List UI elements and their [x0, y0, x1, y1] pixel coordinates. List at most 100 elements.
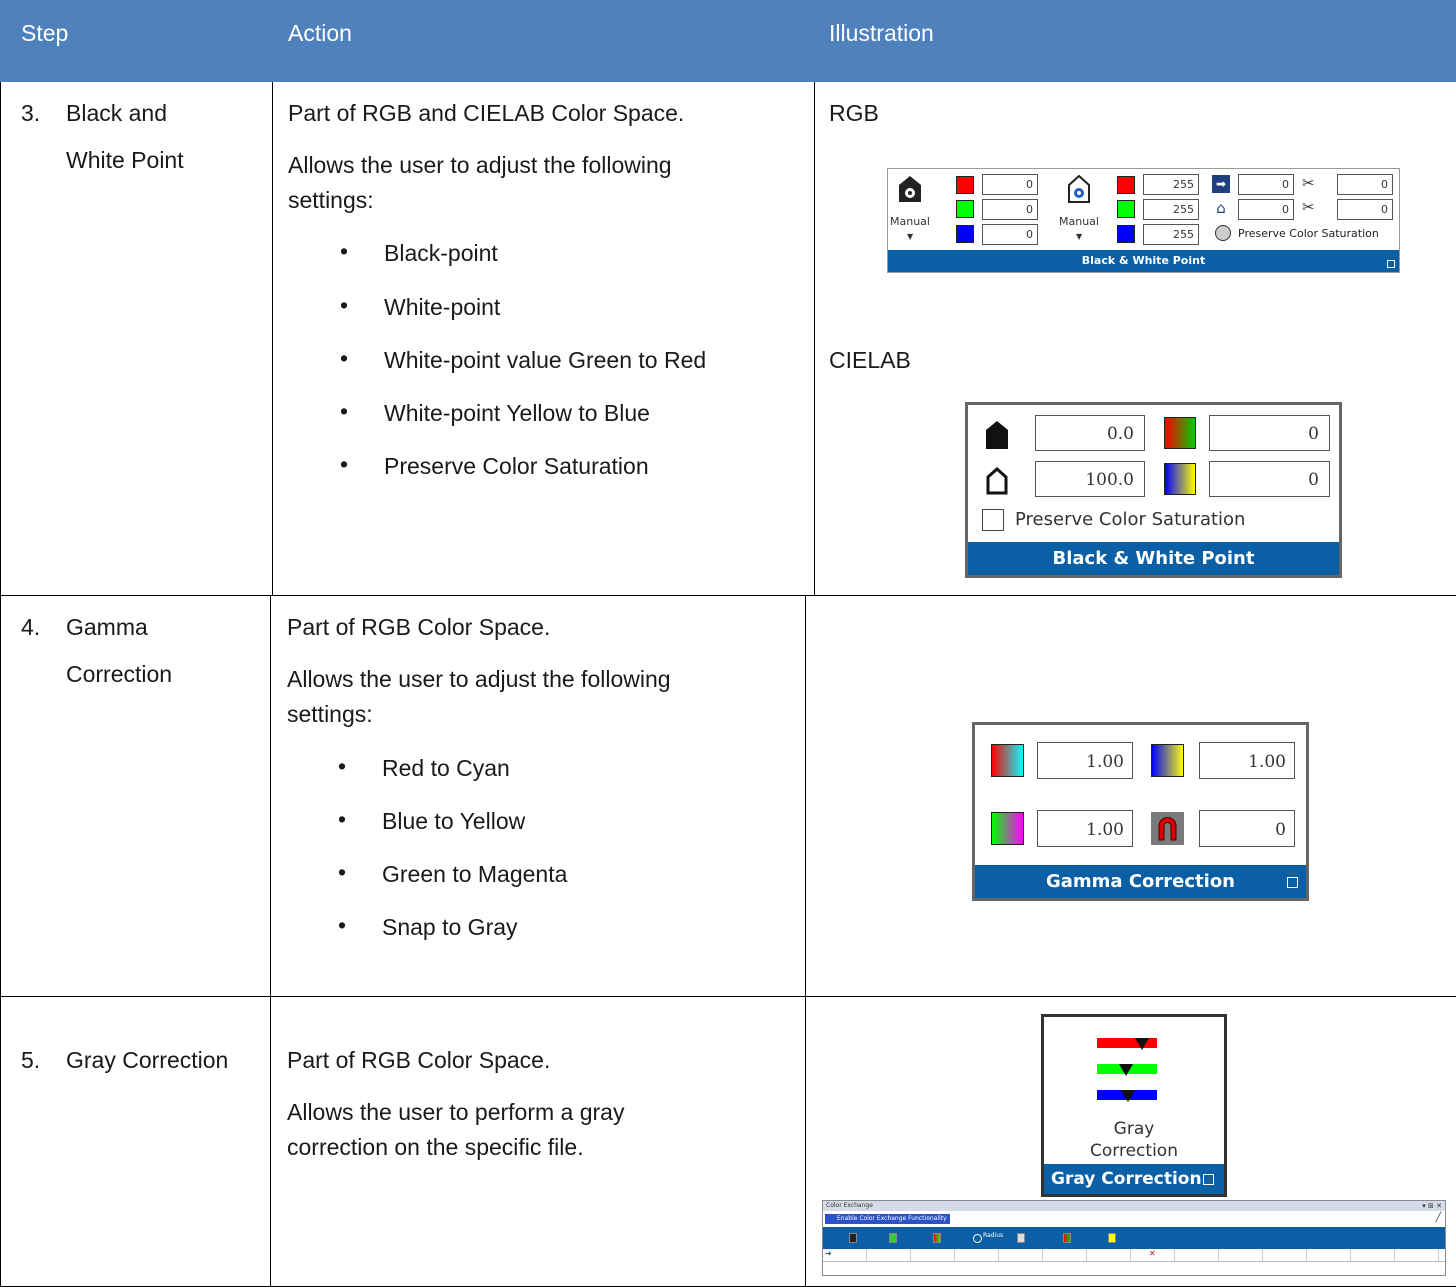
home-icon: ⌂	[1216, 199, 1226, 217]
arrow-icon: ➜	[825, 1249, 832, 1258]
window-title: Color Exchange	[826, 1202, 873, 1209]
bullet-item: Green to Magenta	[382, 861, 568, 887]
bullet-item: Blue to Yellow	[382, 808, 526, 834]
window-controls-icon[interactable]: ▾ ⊞ ✕	[1422, 1201, 1442, 1211]
black-blue-field[interactable]: 0	[982, 224, 1038, 245]
table-border-left	[0, 82, 1, 1287]
color-exchange-toolbar: Radius	[823, 1227, 1445, 1249]
bullet-dot: •	[340, 398, 349, 424]
bullet-item: Red to Cyan	[382, 755, 510, 781]
chevron-down-icon[interactable]: ▼	[907, 232, 913, 241]
step-title-line: White Point	[66, 147, 184, 173]
color-exchange-grid: ➜ ✕	[823, 1249, 1445, 1262]
green-swatch	[956, 200, 974, 218]
step-title-line: Gray Correction	[66, 1047, 229, 1073]
ribbon-group-title-text: Black & White Point	[1081, 254, 1206, 267]
gray-correction-button-line[interactable]: Gray	[1044, 1119, 1224, 1139]
yellow-swatch	[1108, 1233, 1116, 1243]
black-swatch	[849, 1233, 857, 1243]
action-text-line: settings:	[287, 701, 373, 727]
magnet-icon[interactable]	[1151, 812, 1184, 845]
green-magenta-field[interactable]: 1.00	[1037, 810, 1133, 847]
ribbon-group-title: Black & White Point	[968, 542, 1339, 575]
preserve-saturation-label: Preserve Color Saturation	[1015, 509, 1246, 530]
gamma-correction-panel: 1.00 1.00 1.00 0 Gamma Correction	[972, 722, 1309, 901]
header-illustration: Illustration	[829, 20, 934, 46]
rgb-black-white-point-panel: Manual ▼ 0 0 0 Manual ▼ 255 255 255 ➡ ⌂ …	[887, 168, 1400, 273]
cut1-value-field[interactable]: 0	[1337, 174, 1393, 195]
row-divider	[0, 996, 1456, 997]
ribbon-group-title-text: Gamma Correction	[1045, 871, 1235, 892]
bullet-dot: •	[338, 753, 347, 779]
col-divider-action	[805, 596, 806, 1287]
white-red-field[interactable]: 255	[1143, 174, 1199, 195]
bullet-dot: •	[340, 292, 349, 318]
green-magenta-gradient-swatch	[991, 812, 1024, 845]
black-point-gear-icon[interactable]	[899, 176, 921, 202]
bullet-item: White-point value Green to Red	[384, 347, 707, 373]
dialog-launcher-icon[interactable]	[1387, 260, 1395, 268]
red-swatch	[1117, 176, 1135, 194]
step-number: 3.	[21, 100, 41, 126]
home-value-field[interactable]: 0	[1238, 199, 1294, 220]
step-number: 5.	[21, 1047, 41, 1073]
step-title-line: Black and	[66, 100, 168, 126]
black-green-field[interactable]: 0	[982, 199, 1038, 220]
yellow-blue-gradient-swatch	[1164, 463, 1196, 495]
preserve-saturation-checkbox[interactable]	[982, 509, 1004, 531]
header-step: Step	[21, 20, 69, 46]
gray-correction-button-line[interactable]: Correction	[1044, 1141, 1224, 1161]
black-point-mode[interactable]: Manual	[888, 215, 932, 228]
black-red-field[interactable]: 0	[982, 174, 1038, 195]
action-text-line: settings:	[288, 187, 374, 213]
step-title-line: Correction	[66, 661, 173, 687]
close-icon[interactable]: ✕	[1149, 1249, 1156, 1258]
blue-yellow-gradient-swatch	[1151, 744, 1184, 777]
col-divider-action	[814, 82, 815, 596]
enable-color-exchange-button[interactable]: Enable Color Exchange Functionality	[825, 1214, 950, 1224]
dialog-launcher-icon[interactable]	[1287, 877, 1298, 888]
chevron-down-icon[interactable]: ▼	[1076, 232, 1082, 241]
white-blue-field[interactable]: 255	[1143, 224, 1199, 245]
scissors-icon: ✂	[1302, 174, 1315, 192]
bullet-item: Snap to Gray	[382, 914, 518, 940]
yellow-blue-field[interactable]: 0	[1209, 461, 1330, 497]
col-divider-step	[270, 596, 271, 1287]
cut2-value-field[interactable]: 0	[1337, 199, 1393, 220]
red-cyan-field[interactable]: 1.00	[1037, 742, 1133, 779]
color-exchange-window: Color Exchange ▾ ⊞ ✕ Enable Color Exchan…	[822, 1200, 1446, 1276]
ribbon-group-title: Gray Correction	[1044, 1164, 1224, 1194]
dialog-launcher-icon[interactable]	[1203, 1174, 1214, 1185]
bullet-dot: •	[338, 912, 347, 938]
step-title-line: Gamma	[66, 614, 148, 640]
bullet-dot: •	[338, 859, 347, 885]
action-intro: Part of RGB Color Space.	[287, 614, 551, 640]
action-intro: Part of RGB Color Space.	[287, 1047, 551, 1073]
red-swatch	[956, 176, 974, 194]
table-header: Step Action Illustration	[0, 0, 1456, 82]
white-green-field[interactable]: 255	[1143, 199, 1199, 220]
header-action: Action	[288, 20, 352, 46]
arrow-value-field[interactable]: 0	[1238, 174, 1294, 195]
preserve-saturation-radio[interactable]	[1215, 225, 1231, 241]
preserve-saturation-label: Preserve Color Saturation	[1238, 227, 1379, 240]
bullet-item: Black-point	[384, 240, 498, 266]
snap-to-gray-field[interactable]: 0	[1199, 810, 1295, 847]
white-point-gear-icon[interactable]	[1068, 174, 1090, 203]
radius-radio[interactable]	[973, 1234, 982, 1243]
white-point-mode[interactable]: Manual	[1057, 215, 1101, 228]
ribbon-group-title: Gamma Correction	[975, 865, 1306, 898]
pin-icon[interactable]: ╱	[1436, 1213, 1441, 1223]
action-text-line: Allows the user to perform a gray	[287, 1099, 625, 1125]
white-point-field[interactable]: 100.0	[1035, 461, 1145, 497]
blue-swatch	[1117, 225, 1135, 243]
gray-correction-icon[interactable]	[1097, 1028, 1172, 1108]
red-cyan-gradient-swatch	[991, 744, 1024, 777]
green-red-field[interactable]: 0	[1209, 415, 1330, 451]
ribbon-group-title: Black & White Point	[888, 250, 1399, 272]
black-point-field[interactable]: 0.0	[1035, 415, 1145, 451]
blue-swatch	[956, 225, 974, 243]
green-red-gradient-swatch	[1164, 417, 1196, 449]
gradient-swatch	[933, 1233, 941, 1243]
blue-yellow-field[interactable]: 1.00	[1199, 742, 1295, 779]
